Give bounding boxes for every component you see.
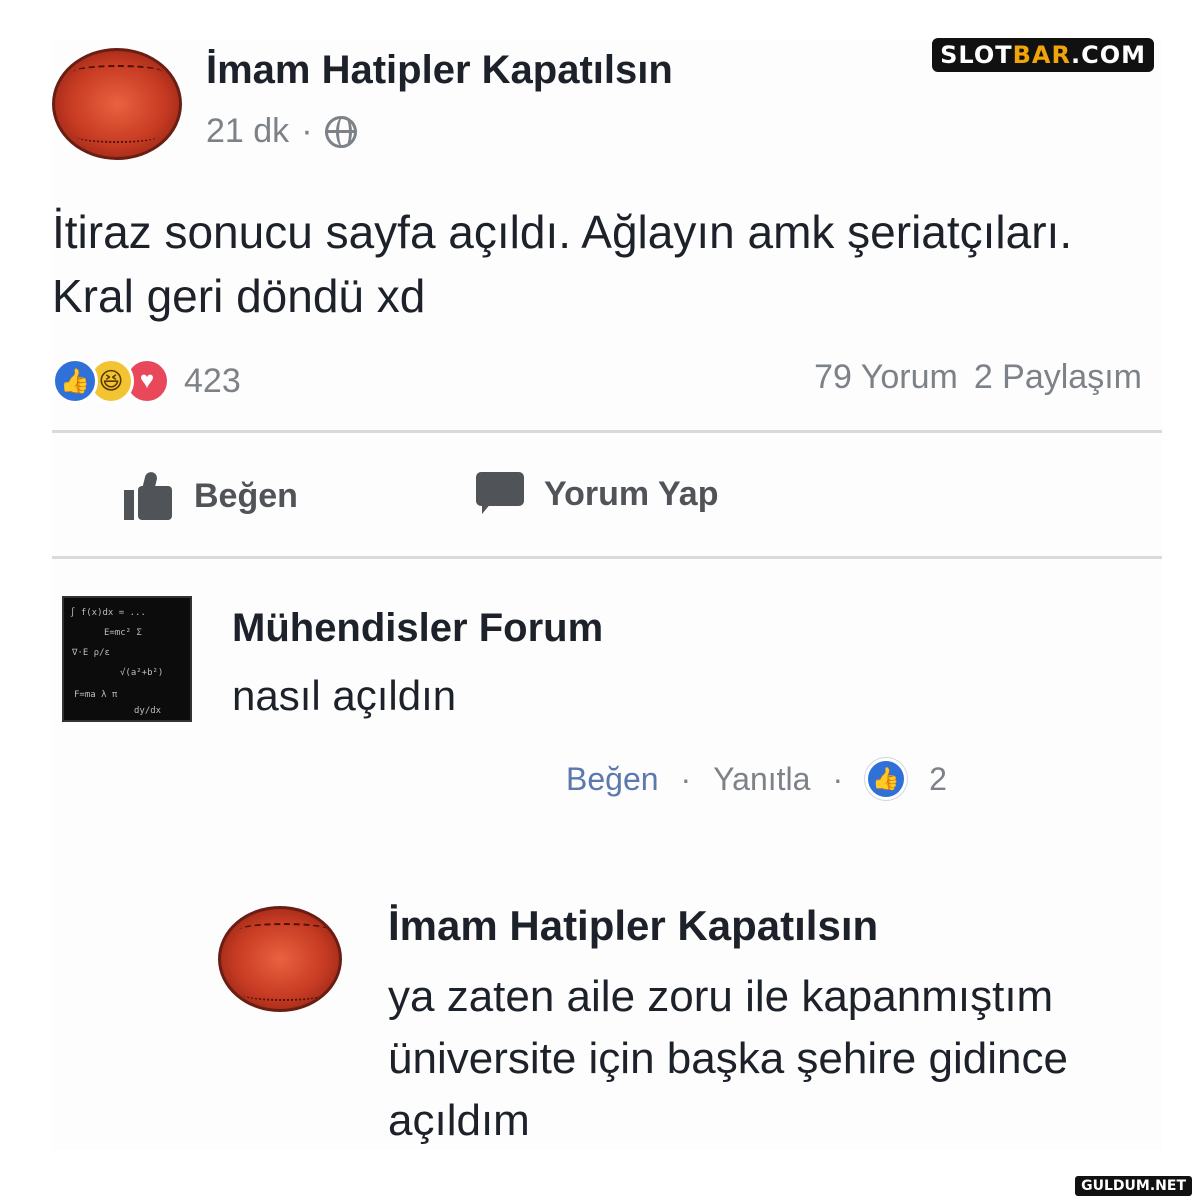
commenter-avatar[interactable]: ∫ f(x)dx = ... E=mc² Σ ∇·E ρ/ε √(a²+b²) … (62, 596, 192, 722)
post-meta: 21 dk · (206, 112, 357, 151)
avatar-scribble-text (228, 934, 339, 995)
like-button-label: Beğen (194, 476, 298, 515)
watermark-accent: BAR (1012, 41, 1071, 69)
post-actions-bar: Beğen Yorum Yap (52, 470, 1162, 552)
watermark-prefix: SLOT (940, 41, 1013, 69)
post-author-name[interactable]: İmam Hatipler Kapatılsın (206, 48, 673, 93)
avatar-scribble (243, 989, 323, 1001)
meta-separator: · (301, 112, 313, 150)
comment-like-link[interactable]: Beğen (566, 761, 659, 798)
reply-author-avatar[interactable] (218, 906, 342, 1012)
slotbar-watermark: SLOT BAR .COM (932, 38, 1154, 72)
reply-author-name[interactable]: İmam Hatipler Kapatılsın (388, 902, 878, 950)
comment-actions: Beğen · Yanıtla · 👍 2 (566, 758, 947, 800)
avatar-scribble (73, 65, 163, 79)
divider (52, 430, 1162, 433)
avatar-scribble-text (62, 76, 174, 137)
watermark-suffix: .COM (1070, 41, 1146, 69)
like-reaction-icon: 👍 (865, 758, 908, 800)
post-text: İtiraz sonucu sayfa açıldı. Ağlayın amk … (52, 206, 1073, 322)
comment-button-label: Yorum Yap (544, 474, 719, 513)
guldum-watermark: GULDUM.NET (1075, 1176, 1192, 1196)
facebook-post-card: İmam Hatipler Kapatılsın 21 dk · İtiraz … (52, 40, 1162, 1150)
post-author-avatar[interactable] (52, 48, 182, 160)
like-button[interactable]: Beğen (124, 470, 298, 520)
post-stats: 79 Yorum 2 Paylaşım (814, 358, 1142, 397)
thumbs-up-icon (124, 470, 174, 520)
comment-text: nasıl açıldın (232, 672, 457, 719)
comment-bubble-icon (476, 472, 524, 516)
comment-like-count[interactable]: 2 (929, 761, 947, 798)
action-separator: · (832, 760, 844, 797)
reaction-count: 423 (184, 361, 241, 400)
divider (52, 556, 1162, 559)
post-timestamp[interactable]: 21 dk (206, 112, 289, 151)
action-separator: · (680, 760, 692, 797)
avatar-scribble (239, 923, 329, 937)
reply-text: ya zaten aile zoru ile kapanmıştım ünive… (388, 972, 1068, 1145)
avatar-scribble (77, 131, 157, 143)
reactions-summary[interactable]: 👍 😆 ♥ 423 (52, 358, 241, 404)
like-reaction-icon: 👍 (52, 358, 98, 404)
globe-icon (324, 115, 357, 148)
comment-author-name[interactable]: Mühendisler Forum (232, 606, 603, 651)
share-count[interactable]: 2 Paylaşım (974, 358, 1142, 397)
comment-button[interactable]: Yorum Yap (476, 472, 718, 516)
comment-count[interactable]: 79 Yorum (814, 358, 958, 397)
comment-reply-link[interactable]: Yanıtla (713, 761, 810, 798)
